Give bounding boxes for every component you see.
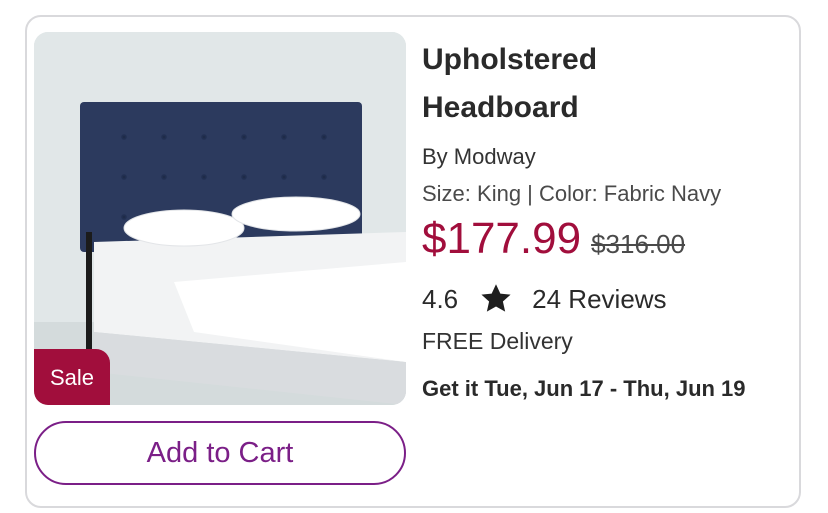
- sale-badge: Sale: [34, 349, 111, 405]
- rating-row[interactable]: 4.6 24 Reviews: [422, 281, 667, 317]
- product-title-line1[interactable]: Upholstered: [422, 43, 597, 76]
- delivery-eta: Get it Tue, Jun 17 - Thu, Jun 19: [422, 376, 746, 401]
- product-info: Upholstered Headboard By Modway Size: Ki…: [422, 36, 802, 401]
- variant-label: Size: King | Color: Fabric Navy: [422, 181, 722, 206]
- rating-value: 4.6: [422, 283, 459, 314]
- product-image[interactable]: Sale: [34, 32, 406, 405]
- product-title-line2[interactable]: Headboard: [422, 91, 579, 124]
- review-count-link[interactable]: 24 Reviews: [532, 284, 666, 315]
- star-icon: [481, 284, 511, 312]
- original-price: $316.00: [591, 229, 686, 259]
- product-title[interactable]: Upholstered Headboard: [422, 36, 802, 132]
- brand-label: By Modway: [422, 144, 536, 169]
- delivery-label: FREE Delivery: [422, 328, 573, 354]
- add-to-cart-button[interactable]: Add to Cart: [34, 421, 406, 485]
- sale-price: $177.99: [422, 214, 582, 263]
- price-row: $177.99 $316.00: [422, 214, 685, 264]
